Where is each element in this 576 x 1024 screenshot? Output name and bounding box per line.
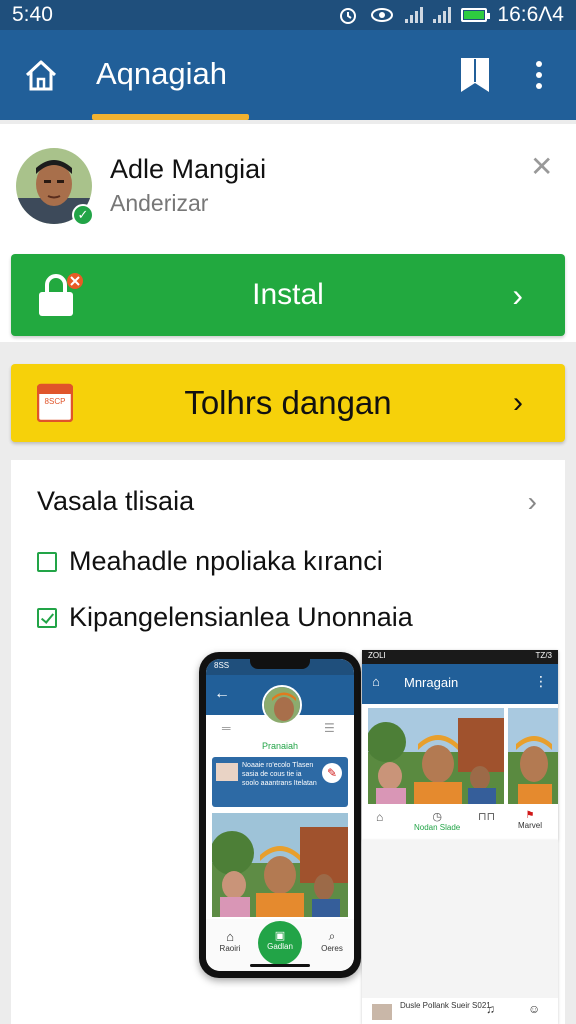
battery-icon [461,8,491,22]
tablet-photo [368,708,504,804]
phone-profile-name: Pranaiah [261,741,299,751]
list-icon: ☰ [324,721,335,735]
pin-icon: ✎ [322,763,342,783]
signal-icon-2 [433,7,452,23]
checkbox-unchecked[interactable] [37,551,57,572]
flag-icon: ⚑ [525,810,535,821]
phone-home-indicator [250,964,310,967]
profile-name: Adle Mangiai [110,154,267,184]
book-icon: ⊓⊓ [478,811,496,823]
back-arrow-icon[interactable]: ← [214,685,230,703]
phone-notice-card[interactable]: Noaaie ro'ecolo Tlasen sasia de cous tie… [212,757,348,807]
tablet-tab-bar: ⌂ ◷ Nodan Slade ⊓⊓ ⚑ Marvel [362,806,558,840]
tablet-bottom-text: Dusle Pollank Sueir S021 [400,1001,491,1010]
phone-card-text: Noaaie ro'ecolo Tlasen sasia de cous tie… [242,762,317,787]
checklist-item-label: Kipangelensianlea Unonnaia [69,602,413,632]
tablet-tab-book[interactable]: ⊓⊓ [478,810,495,823]
phone-tab-home[interactable]: ⌂ Raoiri [210,929,250,953]
more-vert-icon[interactable] [528,56,550,94]
tablet-status-left: ZOLI [368,651,386,660]
phone-fab-button[interactable]: ▣ Gadlan [258,921,302,965]
tablet-mockup-lower: Dusle Pollank Sueir S021 ♫ ☺ [362,840,558,1024]
tablet-title: Mnragain [404,675,459,690]
profile-subtitle: Anderizar [110,190,209,216]
square-icon: ▣ [274,930,286,942]
status-clock: 16:6Λ4 [497,3,564,26]
tablet-bottom-thumbnail [372,1004,392,1020]
phone-notch [250,659,310,669]
search-icon: ⌕ [328,929,336,943]
chevron-right-icon: › [512,276,523,313]
bell-icon[interactable]: ♫ [486,1002,495,1016]
tablet-mockup: ZOLI TZ/3 ⌂ Mnragain ⋮ ⌂ ◷ Nodan Slade ⊓… [362,650,558,840]
phone-fab-label: Gadlan [267,942,293,951]
card-heading: Vasala tlisaia [37,486,195,516]
menu-lines-icon: ═ [222,721,231,735]
phone-tab-label: Raoiri [219,944,241,953]
yellow-action-button[interactable]: 8SCP Tolhrs dangan › [11,364,565,442]
checkbox-checked[interactable] [37,607,57,628]
checklist-item[interactable]: Kipangelensianlea Unonnaia [37,602,413,633]
yellow-button-label: Tolhrs dangan [184,384,392,421]
status-icons: 16:6Λ4 [337,3,564,27]
verified-check-icon: ✓ [72,204,94,226]
more-vert-icon[interactable]: ⋮ [534,673,548,690]
close-icon[interactable]: ✕ [530,150,553,183]
phone-screen: 8SS ← ═ ☰ Pranaiah Noaaie ro'ecolo Tlase… [206,659,354,971]
tablet-tab-right[interactable]: ⚑ Marvel [518,810,542,830]
page-title: Aqnagiah [96,56,228,91]
checklist-item-label: Meahadle npoliaka kıranci [69,546,383,576]
tablet-photo-2 [508,708,558,804]
tablet-tab-home[interactable]: ⌂ [376,810,383,824]
alarm-icon [340,8,357,24]
phone-avatar [262,685,302,725]
tablet-bottom-bar: Dusle Pollank Sueir S021 ♫ ☺ [362,998,558,1024]
status-time: 5:40 [12,3,53,26]
eye-icon [371,8,394,22]
tablet-tab-label: Marvel [518,821,543,830]
chevron-right-icon: › [513,386,523,419]
phone-photo [212,813,348,917]
home-icon[interactable]: ⌂ [372,674,380,689]
tablet-tab-center[interactable]: ◷ Nodan Slade [414,810,460,832]
user-icon[interactable]: ☺ [528,1002,540,1016]
home-icon[interactable] [22,56,60,94]
install-button[interactable]: Instal › [11,254,565,336]
title-underline [92,114,249,120]
tablet-app-bar: ⌂ Mnragain ⋮ [362,664,558,704]
tablet-tab-label: Nodan Slade [414,823,461,832]
install-label: Instal [252,278,324,311]
app-bar: Aqnagiah [0,30,576,120]
tablet-status-right: TZ/3 [535,651,552,660]
bookmark-icon[interactable] [458,56,492,94]
signal-icon [405,7,424,23]
checklist-item[interactable]: Meahadle npoliaka kıranci [37,546,383,577]
phone-tab-label: Oeres [321,944,343,953]
phone-card-thumbnail [216,763,238,781]
chevron-right-icon[interactable]: › [528,486,537,518]
phone-tab-search[interactable]: ⌕ Oeres [312,929,352,953]
status-bar: 5:40 16:6Λ4 [0,0,576,30]
home-icon: ⌂ [226,929,234,944]
tablet-status-bar: ZOLI TZ/3 [362,650,558,664]
clock-icon: ◷ [432,811,442,823]
phone-mockup: 8SS ← ═ ☰ Pranaiah Noaaie ro'ecolo Tlase… [199,652,361,978]
home-icon: ⌂ [376,810,384,824]
